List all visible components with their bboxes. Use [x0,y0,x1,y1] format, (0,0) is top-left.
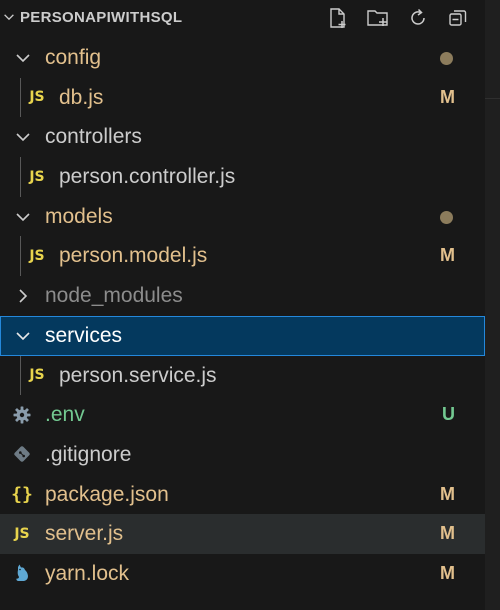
file-label: server.js [45,522,124,546]
yarn-cat-icon [10,554,34,593]
git-status-badge: M [440,86,455,107]
folder-label: services [45,323,123,347]
folder-label: node_modules [45,284,183,308]
javascript-file-icon: JS [29,247,45,264]
javascript-file-icon: JS [29,367,45,383]
tree-file-package-json[interactable]: {} package.json M [0,475,485,515]
file-label: person.model.js [59,244,208,268]
tree-folder-config[interactable]: config [0,38,485,78]
indent-guide [20,236,21,277]
new-file-icon[interactable] [323,3,353,33]
folder-label: config [45,46,102,69]
tree-file-db-js[interactable]: JS db.js M [0,77,485,118]
tree-folder-services[interactable]: services [0,315,485,356]
workspace-title[interactable]: PERSONAPIWITHSQL [20,9,182,26]
tree-file-yarn-lock[interactable]: yarn.lock M [0,554,485,594]
file-label: yarn.lock [45,561,130,585]
modified-dot [440,210,453,224]
file-label: .env [45,403,85,427]
file-tree: config JS db.js M controllers JS person. [0,38,485,594]
chevron-down-icon[interactable] [14,327,32,345]
git-icon [10,435,34,474]
tree-folder-controllers[interactable]: controllers [0,117,485,157]
tree-file-server-js[interactable]: JS server.js M [0,514,485,554]
chevron-down-icon[interactable] [14,128,32,146]
gear-icon [10,395,34,434]
git-status-badge: M [440,562,455,583]
modified-dot [440,52,453,65]
new-folder-icon[interactable] [363,3,393,33]
file-label: db.js [59,85,104,109]
chevron-down-icon[interactable] [14,208,32,226]
git-status-badge: M [440,523,455,544]
json-file-icon: {} [11,483,33,505]
scrollbar-marker [485,98,500,99]
explorer-header[interactable]: PERSONAPIWITHSQL [0,0,485,38]
folder-label: controllers [45,125,142,149]
git-status-badge: M [440,245,455,266]
collapse-all-icon[interactable] [443,3,473,33]
tree-file-gitignore[interactable]: .gitignore [0,435,485,475]
refresh-icon[interactable] [403,3,433,33]
tree-file-person-model-js[interactable]: JS person.model.js M [0,236,485,277]
tree-file-person-service-js[interactable]: JS person.service.js [0,355,485,396]
javascript-file-icon: JS [14,525,30,542]
git-status-badge: U [442,404,455,425]
explorer-actions [323,3,473,33]
chevron-down-icon[interactable] [14,49,32,67]
tree-file-env[interactable]: .env U [0,395,485,435]
indent-guide [20,77,21,118]
indent-guide [20,157,21,197]
file-label: person.controller.js [59,165,236,189]
scrollbar-track[interactable] [485,0,500,610]
javascript-file-icon: JS [29,89,45,106]
folder-label: models [45,204,113,228]
explorer-panel: PERSONAPIWITHSQL config JS db.js M contr… [0,0,485,610]
chevron-down-icon[interactable] [2,10,16,24]
file-label: .gitignore [45,442,132,466]
file-label: package.json [45,482,169,506]
chevron-right-icon[interactable] [14,287,32,305]
tree-folder-node-modules[interactable]: node_modules [0,276,485,316]
javascript-file-icon: JS [29,168,45,185]
indent-guide [20,355,21,396]
file-label: person.service.js [59,363,217,387]
tree-folder-models[interactable]: models [0,197,485,237]
tree-file-person-controller-js[interactable]: JS person.controller.js [0,157,485,197]
git-status-badge: M [440,483,455,504]
